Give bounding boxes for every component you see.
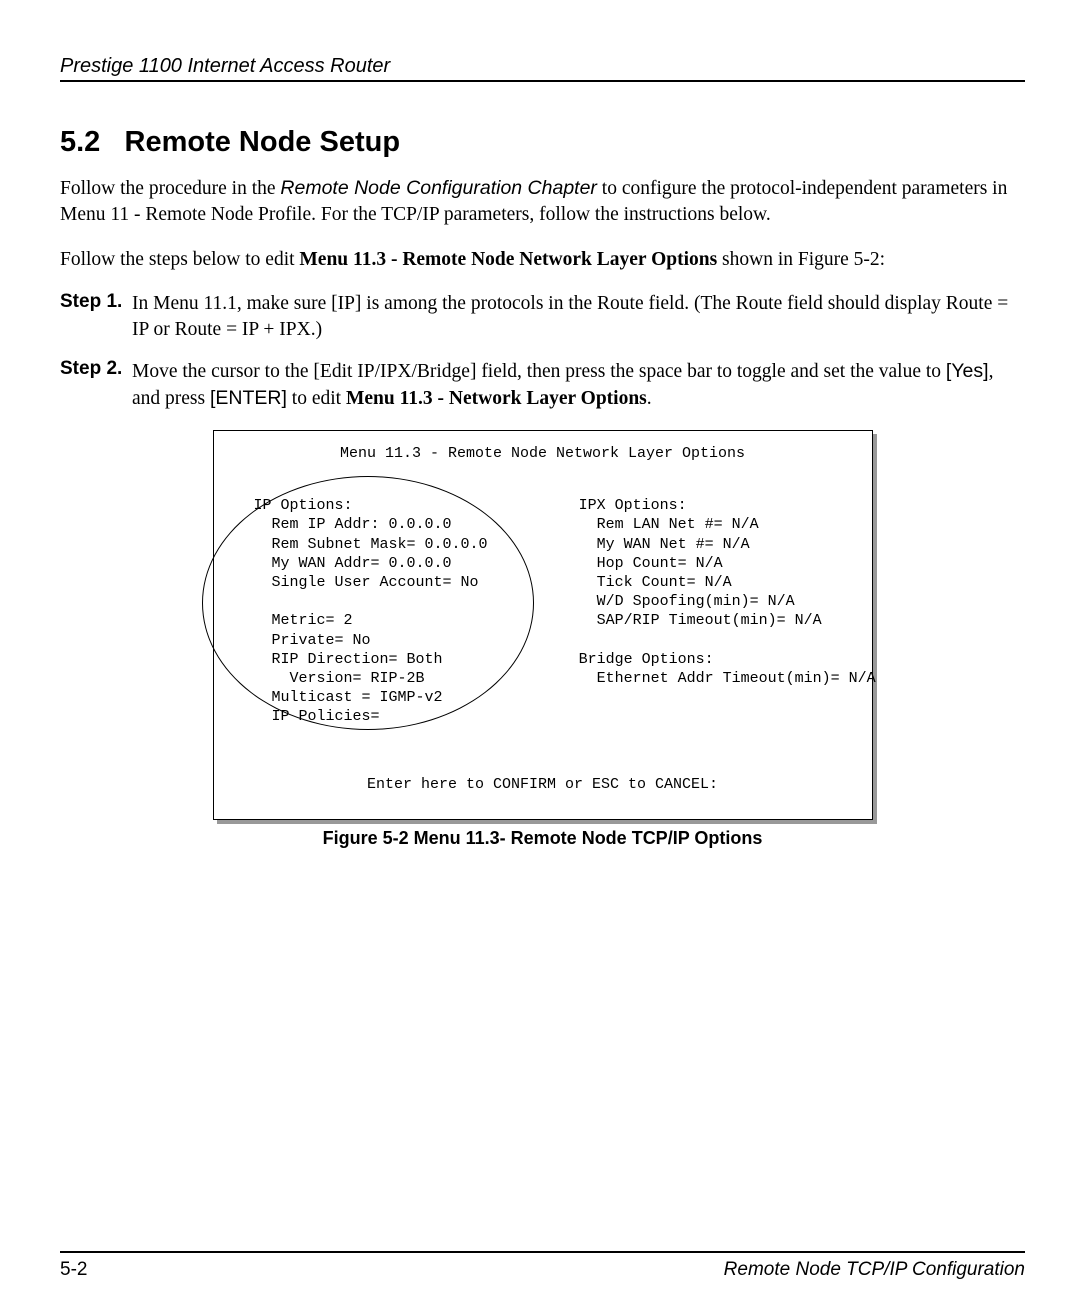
menu-footer-prompt: Enter here to CONFIRM or ESC to CANCEL: [230, 776, 856, 793]
document-page: Prestige 1100 Internet Access Router 5.2… [0, 0, 1080, 1311]
follow-paragraph: Follow the steps below to edit Menu 11.3… [60, 247, 1025, 273]
step-2-text: Move the cursor to the [Edit IP/IPX/Brid… [132, 358, 1025, 413]
ipx-bridge-column: IPX Options: Rem LAN Net #= N/A My WAN N… [579, 496, 876, 726]
step-1: Step 1. In Menu 11.1, make sure [IP] is … [60, 291, 1025, 344]
ip-line-10: IP Policies= [272, 708, 380, 725]
intro-paragraph: Follow the procedure in the Remote Node … [60, 175, 1025, 229]
ip-line-9: Multicast = IGMP-v2 [272, 689, 443, 706]
running-header: Prestige 1100 Internet Access Router [60, 55, 1025, 82]
step-2-pre: Move the cursor to the [Edit IP/IPX/Brid… [132, 361, 946, 382]
ip-options-column: IP Options: Rem IP Addr: 0.0.0.0 Rem Sub… [254, 496, 579, 726]
step-2-bold: Menu 11.3 - Network Layer Options [346, 388, 647, 409]
ipx-line-4: W/D Spoofing(min)= N/A [597, 593, 795, 610]
bridge-line-0: Ethernet Addr Timeout(min)= N/A [597, 670, 876, 687]
step-2-end: . [647, 388, 652, 409]
ip-line-8: Version= RIP-2B [272, 670, 425, 687]
figure-5-2: Menu 11.3 - Remote Node Network Layer Op… [213, 430, 873, 849]
header-title: Prestige 1100 Internet Access Router [60, 55, 390, 77]
step-1-label: Step 1. [60, 291, 132, 344]
ip-options-header: IP Options: [254, 497, 353, 514]
figure-caption: Figure 5-2 Menu 11.3- Remote Node TCP/IP… [213, 828, 873, 849]
step-2-aft: to edit [287, 388, 346, 409]
ipx-line-3: Tick Count= N/A [597, 574, 732, 591]
menu-title: Menu 11.3 - Remote Node Network Layer Op… [230, 445, 856, 462]
page-footer: 5-2 Remote Node TCP/IP Configuration [60, 1251, 1025, 1281]
terminal-menu-box: Menu 11.3 - Remote Node Network Layer Op… [213, 430, 873, 820]
ipx-line-2: Hop Count= N/A [597, 555, 723, 572]
step-2-yes: [Yes] [946, 360, 989, 382]
bridge-options-header: Bridge Options: [579, 651, 714, 668]
ip-line-2: My WAN Addr= 0.0.0.0 [272, 555, 452, 572]
ip-line-0: Rem IP Addr: 0.0.0.0 [272, 516, 452, 533]
step-2: Step 2. Move the cursor to the [Edit IP/… [60, 358, 1025, 413]
page-number: 5-2 [60, 1259, 87, 1281]
page-chapter: Remote Node TCP/IP Configuration [724, 1259, 1025, 1281]
ipx-options-header: IPX Options: [579, 497, 687, 514]
intro-link: Remote Node Configuration Chapter [280, 177, 597, 199]
intro-pre: Follow the procedure in the [60, 178, 280, 199]
step-1-text: In Menu 11.1, make sure [IP] is among th… [132, 291, 1025, 344]
ip-line-1: Rem Subnet Mask= 0.0.0.0 [272, 536, 488, 553]
ip-line-6: Private= No [272, 632, 371, 649]
follow-pre: Follow the steps below to edit [60, 249, 299, 270]
ip-line-5: Metric= 2 [272, 612, 353, 629]
section-heading: 5.2 Remote Node Setup [60, 126, 1025, 159]
step-2-label: Step 2. [60, 358, 132, 413]
ip-line-7: RIP Direction= Both [272, 651, 443, 668]
ipx-line-5: SAP/RIP Timeout(min)= N/A [597, 612, 822, 629]
ipx-line-0: Rem LAN Net #= N/A [597, 516, 759, 533]
follow-bold: Menu 11.3 - Remote Node Network Layer Op… [299, 249, 717, 270]
menu-columns: IP Options: Rem IP Addr: 0.0.0.0 Rem Sub… [230, 496, 856, 726]
ipx-line-1: My WAN Net #= N/A [597, 536, 750, 553]
section-number: 5.2 [60, 126, 100, 158]
follow-post: shown in Figure 5-2: [717, 249, 885, 270]
ip-line-3: Single User Account= No [272, 574, 479, 591]
step-2-enter: [ENTER] [210, 387, 287, 409]
section-name: Remote Node Setup [125, 126, 401, 158]
